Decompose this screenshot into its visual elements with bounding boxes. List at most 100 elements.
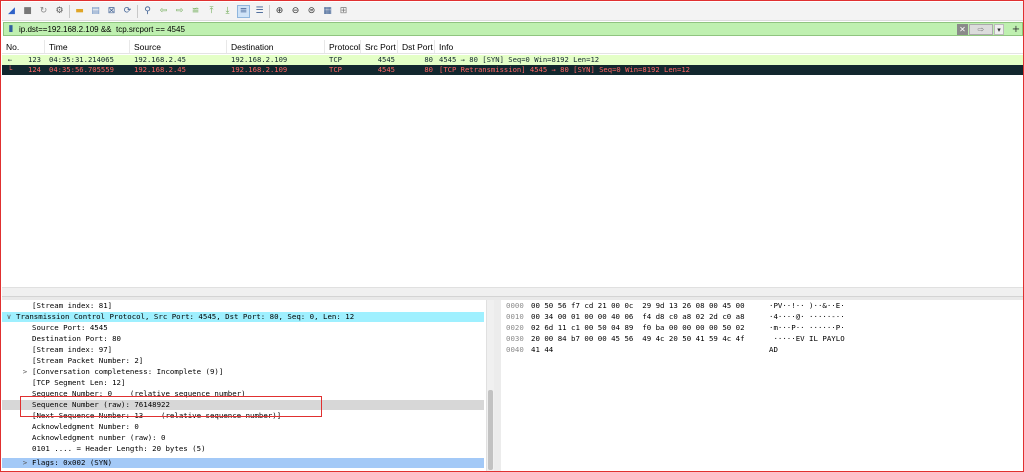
stop-icon[interactable]: ■ — [21, 5, 34, 18]
packet-row[interactable]: ← 123 04:35:31.214065 192.168.2.45 192.16… — [2, 55, 1023, 65]
column-header-no[interactable]: No. — [2, 40, 45, 53]
packet-list-horizontal-scrollbar[interactable] — [2, 287, 1023, 297]
detail-text: [Conversation completeness: Incomplete (… — [32, 367, 224, 376]
column-header-src-port[interactable]: Src Port — [361, 40, 398, 53]
autoscroll-icon[interactable]: ≡ — [237, 4, 250, 18]
packet-row[interactable]: └ 124 04:35:56.705559 192.168.2.45 192.16… — [2, 65, 1023, 75]
byte-offset: 0030 — [506, 334, 524, 343]
bookmark-icon[interactable]: ▮ — [6, 23, 16, 35]
first-packet-icon[interactable]: ⤒ — [205, 5, 218, 18]
packet-time: 04:35:56.705559 — [49, 65, 114, 74]
bytes-row[interactable]: 0030 20 00 84 b7 00 00 45 56 49 4c 20 50… — [501, 334, 866, 344]
file-save-icon[interactable]: ▤ — [89, 5, 102, 18]
display-filter-input[interactable]: ip.dst==192.168.2.109 && tcp.srcport == … — [19, 25, 957, 34]
detail-row[interactable]: ∨ Transmission Control Protocol, Src Port… — [2, 312, 484, 322]
scrollbar-thumb[interactable] — [488, 390, 493, 470]
packet-details-pane: [Stream index: 81] ∨ Transmission Control… — [2, 300, 494, 471]
bytes-row[interactable]: 0010 00 34 00 01 00 00 40 06 f4 d8 c0 a8… — [501, 312, 866, 322]
detail-row[interactable]: > Flags: 0x002 (SYN) — [2, 458, 484, 468]
detail-text: Acknowledgment Number: 0 — [32, 422, 139, 431]
detail-row[interactable]: > [Conversation completeness: Incomplete … — [2, 367, 484, 377]
gear-icon[interactable]: ⚙ — [53, 5, 66, 18]
zoom-out-icon[interactable]: ⊖ — [289, 5, 302, 18]
packet-source: 192.168.2.45 — [134, 55, 186, 64]
zoom-normal-icon[interactable]: ⊜ — [305, 5, 318, 18]
file-close-icon[interactable]: ⊠ — [105, 5, 118, 18]
toolbar-separator — [69, 4, 70, 18]
last-packet-icon[interactable]: ⤓ — [221, 5, 234, 18]
reload-icon[interactable]: ⟳ — [121, 5, 134, 18]
layout-icon[interactable]: ⊞ — [337, 5, 350, 18]
back-arrow-icon[interactable]: ⇦ — [157, 5, 170, 18]
byte-offset: 0020 — [506, 323, 524, 332]
column-header-info[interactable]: Info — [435, 40, 1023, 53]
chevron-right-icon[interactable]: > — [2, 367, 32, 377]
details-vertical-scrollbar[interactable] — [486, 300, 494, 471]
bytes-row[interactable]: 0000 00 50 56 f7 cd 21 00 0c 29 9d 13 26… — [501, 301, 866, 311]
clear-filter-icon[interactable]: ✕ — [957, 23, 968, 35]
column-header-destination[interactable]: Destination — [227, 40, 325, 53]
byte-offset: 0000 — [506, 301, 524, 310]
packet-info: [TCP Retransmission] 4545 → 80 [SYN] Seq… — [439, 65, 690, 74]
chevron-down-icon[interactable]: ▾ — [994, 23, 1004, 35]
packet-number: 123 — [28, 55, 41, 64]
detail-row[interactable]: [Stream Packet Number: 2] — [2, 356, 484, 366]
detail-row[interactable]: Destination Port: 80 — [2, 334, 484, 344]
detail-text: Flags: 0x002 (SYN) — [32, 458, 113, 467]
packet-src-port: 4545 — [377, 55, 395, 64]
forward-arrow-icon[interactable]: ⇨ — [173, 5, 186, 18]
toolbar-separator — [269, 4, 270, 18]
column-header-protocol[interactable]: Protocol — [325, 40, 361, 53]
highlight-annotation-box — [20, 396, 322, 417]
packet-list-header: No. Time Source Destination Protocol Src… — [2, 40, 1023, 54]
search-icon[interactable]: ⚲ — [141, 5, 154, 18]
packet-number-cell: └ 124 — [2, 65, 45, 75]
byte-hex: 20 00 84 b7 00 00 45 56 49 4c 20 50 41 5… — [531, 334, 745, 343]
packet-number-cell: ← 123 — [2, 55, 45, 65]
detail-row[interactable]: Source Port: 4545 — [2, 323, 484, 333]
packet-protocol: TCP — [329, 65, 342, 74]
bytes-row[interactable]: 0040 41 44 AD — [501, 345, 866, 355]
byte-ascii: ·····EV IL PAYLO — [769, 334, 845, 343]
detail-row[interactable]: Acknowledgment Number: 0 — [2, 422, 484, 432]
packet-src-port: 4545 — [377, 65, 395, 74]
app-window: ◢ ■ ↻ ⚙ ▬ ▤ ⊠ ⟳ ⚲ ⇦ ⇨ ≌ ⤒ ⤓ ≡ ☰ ⊕ ⊖ ⊜ ▦ … — [0, 0, 1024, 472]
apply-filter-button[interactable]: ⇨ — [969, 23, 993, 35]
column-header-time[interactable]: Time — [45, 40, 130, 53]
packet-protocol: TCP — [329, 55, 342, 64]
byte-offset: 0040 — [506, 345, 524, 354]
shark-fin-start-icon[interactable]: ◢ — [5, 5, 18, 18]
related-packet-icon: └ — [7, 65, 13, 74]
detail-text: 0101 .... = Header Length: 20 bytes (5) — [32, 444, 206, 453]
detail-row[interactable]: [Stream index: 97] — [2, 345, 484, 355]
byte-ascii: ·4····@· ·····-·· — [769, 312, 845, 321]
pane-divider[interactable] — [494, 300, 501, 471]
goto-packet-icon[interactable]: ≌ — [189, 5, 202, 18]
column-header-dst-port[interactable]: Dst Port — [398, 40, 435, 53]
chevron-right-icon[interactable]: > — [2, 458, 32, 468]
main-toolbar: ◢ ■ ↻ ⚙ ▬ ▤ ⊠ ⟳ ⚲ ⇦ ⇨ ≌ ⤒ ⤓ ≡ ☰ ⊕ ⊖ ⊜ ▦ … — [2, 2, 1023, 21]
colorize-icon[interactable]: ☰ — [253, 5, 266, 18]
toolbar-separator — [137, 4, 138, 18]
zoom-in-icon[interactable]: ⊕ — [273, 5, 286, 18]
packet-info: 4545 → 80 [SYN] Seq=0 Win=8192 Len=12 — [439, 55, 600, 64]
chevron-down-icon[interactable]: ∨ — [2, 312, 16, 322]
restart-icon[interactable]: ↻ — [37, 5, 50, 18]
packet-list-empty-area — [2, 75, 1023, 286]
byte-hex: 41 44 — [531, 345, 554, 354]
detail-row[interactable]: Acknowledgment number (raw): 0 — [2, 433, 484, 443]
detail-text: [Stream index: 81] — [32, 301, 113, 310]
resize-columns-icon[interactable]: ▦ — [321, 5, 334, 18]
detail-row[interactable]: [Stream index: 81] — [2, 301, 484, 311]
packet-destination: 192.168.2.109 — [231, 55, 288, 64]
column-header-source[interactable]: Source — [130, 40, 227, 53]
detail-row[interactable]: 0101 .... = Header Length: 20 bytes (5) — [2, 444, 484, 454]
packet-time: 04:35:31.214065 — [49, 55, 114, 64]
add-filter-button[interactable]: + — [1010, 24, 1022, 35]
folder-open-icon[interactable]: ▬ — [73, 5, 86, 18]
detail-row[interactable]: [TCP Segment Len: 12] — [2, 378, 484, 388]
detail-text: [TCP Segment Len: 12] — [32, 378, 126, 387]
byte-hex: 00 34 00 01 00 00 40 06 f4 d8 c0 a8 02 2… — [531, 312, 745, 321]
byte-hex: 00 50 56 f7 cd 21 00 0c 29 9d 13 26 08 0… — [531, 301, 745, 310]
bytes-row[interactable]: 0020 02 6d 11 c1 00 50 04 89 f0 ba 00 00… — [501, 323, 866, 333]
